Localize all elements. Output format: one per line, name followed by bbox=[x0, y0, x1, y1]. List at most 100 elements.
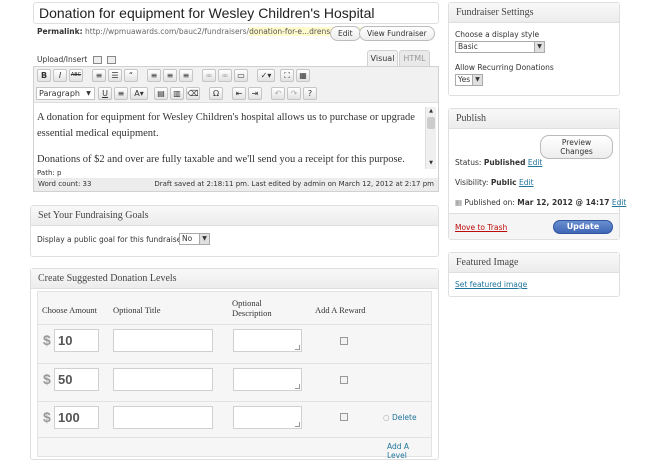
description-textarea[interactable] bbox=[233, 329, 302, 352]
text-color-icon[interactable]: A▾ bbox=[130, 87, 148, 100]
title-input[interactable] bbox=[113, 368, 213, 391]
delete-level-link[interactable]: ○ Delete bbox=[383, 413, 417, 422]
style-select[interactable]: Basic ▼ bbox=[455, 41, 545, 53]
amount-input[interactable]: 100 bbox=[54, 406, 99, 429]
post-title-input[interactable]: Donation for equipment for Wesley Childr… bbox=[33, 2, 439, 24]
align-center-icon[interactable]: ≡ bbox=[163, 69, 177, 82]
italic-button[interactable]: I bbox=[53, 69, 67, 82]
currency-symbol: $ bbox=[43, 371, 51, 387]
published-row: ▦ Published on: Mar 12, 2012 @ 14:17 Edi… bbox=[455, 198, 626, 207]
reward-checkbox[interactable] bbox=[340, 337, 348, 345]
featured-box: Featured Image Set featured image bbox=[448, 252, 620, 297]
goals-title: Set Your Fundraising Goals bbox=[31, 206, 438, 226]
tab-html[interactable]: HTML bbox=[399, 50, 430, 67]
content-paragraph-1: A donation for equipment for Wesley Chil… bbox=[37, 112, 415, 139]
amount-input[interactable]: 50 bbox=[54, 368, 99, 391]
paste-text-icon[interactable]: ▤ bbox=[154, 87, 168, 100]
set-featured-image-link[interactable]: Set featured image bbox=[455, 280, 527, 289]
visibility-edit-link[interactable]: Edit bbox=[519, 178, 534, 187]
amount-input[interactable]: 10 bbox=[54, 329, 99, 352]
editor-status-bar: Word count: 33 Draft saved at 2:18:11 pm… bbox=[33, 178, 439, 192]
redo-icon[interactable]: ↷ bbox=[287, 87, 301, 100]
link-icon[interactable]: ∞ bbox=[202, 69, 216, 82]
update-button[interactable]: Update bbox=[553, 220, 613, 234]
move-to-trash-link[interactable]: Move to Trash bbox=[455, 223, 507, 232]
upload-insert-label: Upload/Insert bbox=[37, 55, 88, 64]
goals-select[interactable]: No ▼ bbox=[179, 233, 210, 245]
currency-symbol: $ bbox=[43, 332, 51, 348]
upload-insert[interactable]: Upload/Insert bbox=[37, 55, 117, 64]
toolbar-row-2: Paragraph ▼ U ≡ A▾ ▤ ▥ ⌫ Ω ⇤ ⇥ ↶ ↷ ? bbox=[34, 85, 438, 103]
strikethrough-button[interactable]: ABC bbox=[69, 69, 83, 82]
description-textarea[interactable] bbox=[233, 368, 302, 391]
delete-circle-icon: ○ bbox=[383, 413, 390, 422]
recurring-select-value: Yes bbox=[458, 75, 471, 84]
add-media-icon[interactable] bbox=[92, 56, 102, 64]
delete-label: Delete bbox=[391, 413, 417, 422]
description-textarea[interactable] bbox=[233, 406, 302, 429]
post-editor: B I ABC ≡ ☰ “ ≡ ≡ ≡ ∞ ∞ ▭ ✓▾ ⛶ ▦ Paragra… bbox=[33, 66, 439, 192]
permalink-base: http://wpmuawards.com/bauc2/fundraisers/ bbox=[85, 27, 250, 36]
bold-button[interactable]: B bbox=[37, 69, 51, 82]
scroll-down-icon[interactable]: ▼ bbox=[427, 160, 435, 167]
add-level-link[interactable]: Add A Level bbox=[387, 442, 431, 460]
format-select-value: Paragraph bbox=[39, 89, 80, 98]
col-title: Optional Title bbox=[113, 305, 161, 315]
kitchen-sink-icon[interactable]: ▦ bbox=[296, 69, 310, 82]
add-image-icon[interactable] bbox=[107, 56, 117, 64]
title-input[interactable] bbox=[113, 329, 213, 352]
settings-box: Fundraiser Settings Choose a display sty… bbox=[448, 2, 620, 96]
editor-scrollbar[interactable]: ▲ ▼ bbox=[425, 107, 436, 169]
outdent-icon[interactable]: ⇤ bbox=[232, 87, 246, 100]
align-right-icon[interactable]: ≡ bbox=[179, 69, 193, 82]
editor-path: Path: p bbox=[37, 169, 62, 177]
goals-label: Display a public goal for this fundraise… bbox=[37, 235, 189, 244]
special-char-icon[interactable]: Ω bbox=[209, 87, 223, 100]
reward-checkbox[interactable] bbox=[340, 413, 348, 421]
tab-visual[interactable]: Visual bbox=[367, 50, 398, 67]
levels-title: Create Suggested Donation Levels bbox=[31, 269, 438, 289]
recurring-select[interactable]: Yes ▼ bbox=[455, 74, 483, 86]
fullscreen-icon[interactable]: ⛶ bbox=[280, 69, 294, 82]
spellcheck-icon[interactable]: ✓▾ bbox=[257, 69, 275, 82]
toolbar-row-1: B I ABC ≡ ☰ “ ≡ ≡ ≡ ∞ ∞ ▭ ✓▾ ⛶ ▦ bbox=[34, 67, 438, 85]
settings-title: Fundraiser Settings bbox=[449, 3, 619, 23]
preview-changes-button[interactable]: Preview Changes bbox=[540, 135, 613, 159]
justify-icon[interactable]: ≡ bbox=[114, 87, 128, 100]
unlink-icon[interactable]: ∞ bbox=[218, 69, 232, 82]
col-amount: Choose Amount bbox=[42, 305, 98, 315]
status-edit-link[interactable]: Edit bbox=[528, 158, 543, 167]
col-reward: Add A Reward bbox=[315, 305, 366, 315]
chevron-down-icon: ▼ bbox=[199, 234, 209, 244]
title-input[interactable] bbox=[113, 406, 213, 429]
insert-more-icon[interactable]: ▭ bbox=[234, 69, 248, 82]
published-edit-link[interactable]: Edit bbox=[612, 198, 627, 207]
content-paragraph-2: Donations of $2 and over are fully taxab… bbox=[37, 154, 405, 165]
view-fundraiser-button[interactable]: View Fundraiser bbox=[359, 26, 435, 41]
bullet-list-icon[interactable]: ≡ bbox=[92, 69, 106, 82]
indent-icon[interactable]: ⇥ bbox=[248, 87, 262, 100]
reward-checkbox[interactable] bbox=[340, 376, 348, 384]
publish-box: Publish Preview Changes Status: Publishe… bbox=[448, 108, 626, 240]
remove-format-icon[interactable]: ⌫ bbox=[186, 87, 200, 100]
format-select[interactable]: Paragraph ▼ bbox=[36, 87, 95, 100]
style-label: Choose a display style bbox=[455, 30, 540, 39]
align-left-icon[interactable]: ≡ bbox=[147, 69, 161, 82]
underline-icon[interactable]: U bbox=[98, 87, 112, 100]
scroll-thumb[interactable] bbox=[427, 117, 435, 129]
editor-content[interactable]: A donation for equipment for Wesley Chil… bbox=[37, 110, 422, 170]
blockquote-icon[interactable]: “ bbox=[124, 69, 138, 82]
currency-symbol: $ bbox=[43, 409, 51, 425]
draft-status: Draft saved at 2:18:11 pm. Last edited b… bbox=[154, 180, 434, 188]
edit-permalink-button[interactable]: Edit bbox=[330, 26, 361, 41]
goals-select-value: No bbox=[182, 234, 193, 243]
numbered-list-icon[interactable]: ☰ bbox=[108, 69, 122, 82]
undo-icon[interactable]: ↶ bbox=[271, 87, 285, 100]
paste-word-icon[interactable]: ▥ bbox=[170, 87, 184, 100]
permalink-row: Permalink: http://wpmuawards.com/bauc2/f… bbox=[37, 27, 365, 36]
help-icon[interactable]: ? bbox=[303, 87, 317, 100]
chevron-down-icon: ▼ bbox=[472, 75, 482, 85]
scroll-up-icon[interactable]: ▲ bbox=[427, 108, 435, 115]
word-count: Word count: 33 bbox=[38, 180, 92, 188]
style-select-value: Basic bbox=[458, 42, 478, 51]
